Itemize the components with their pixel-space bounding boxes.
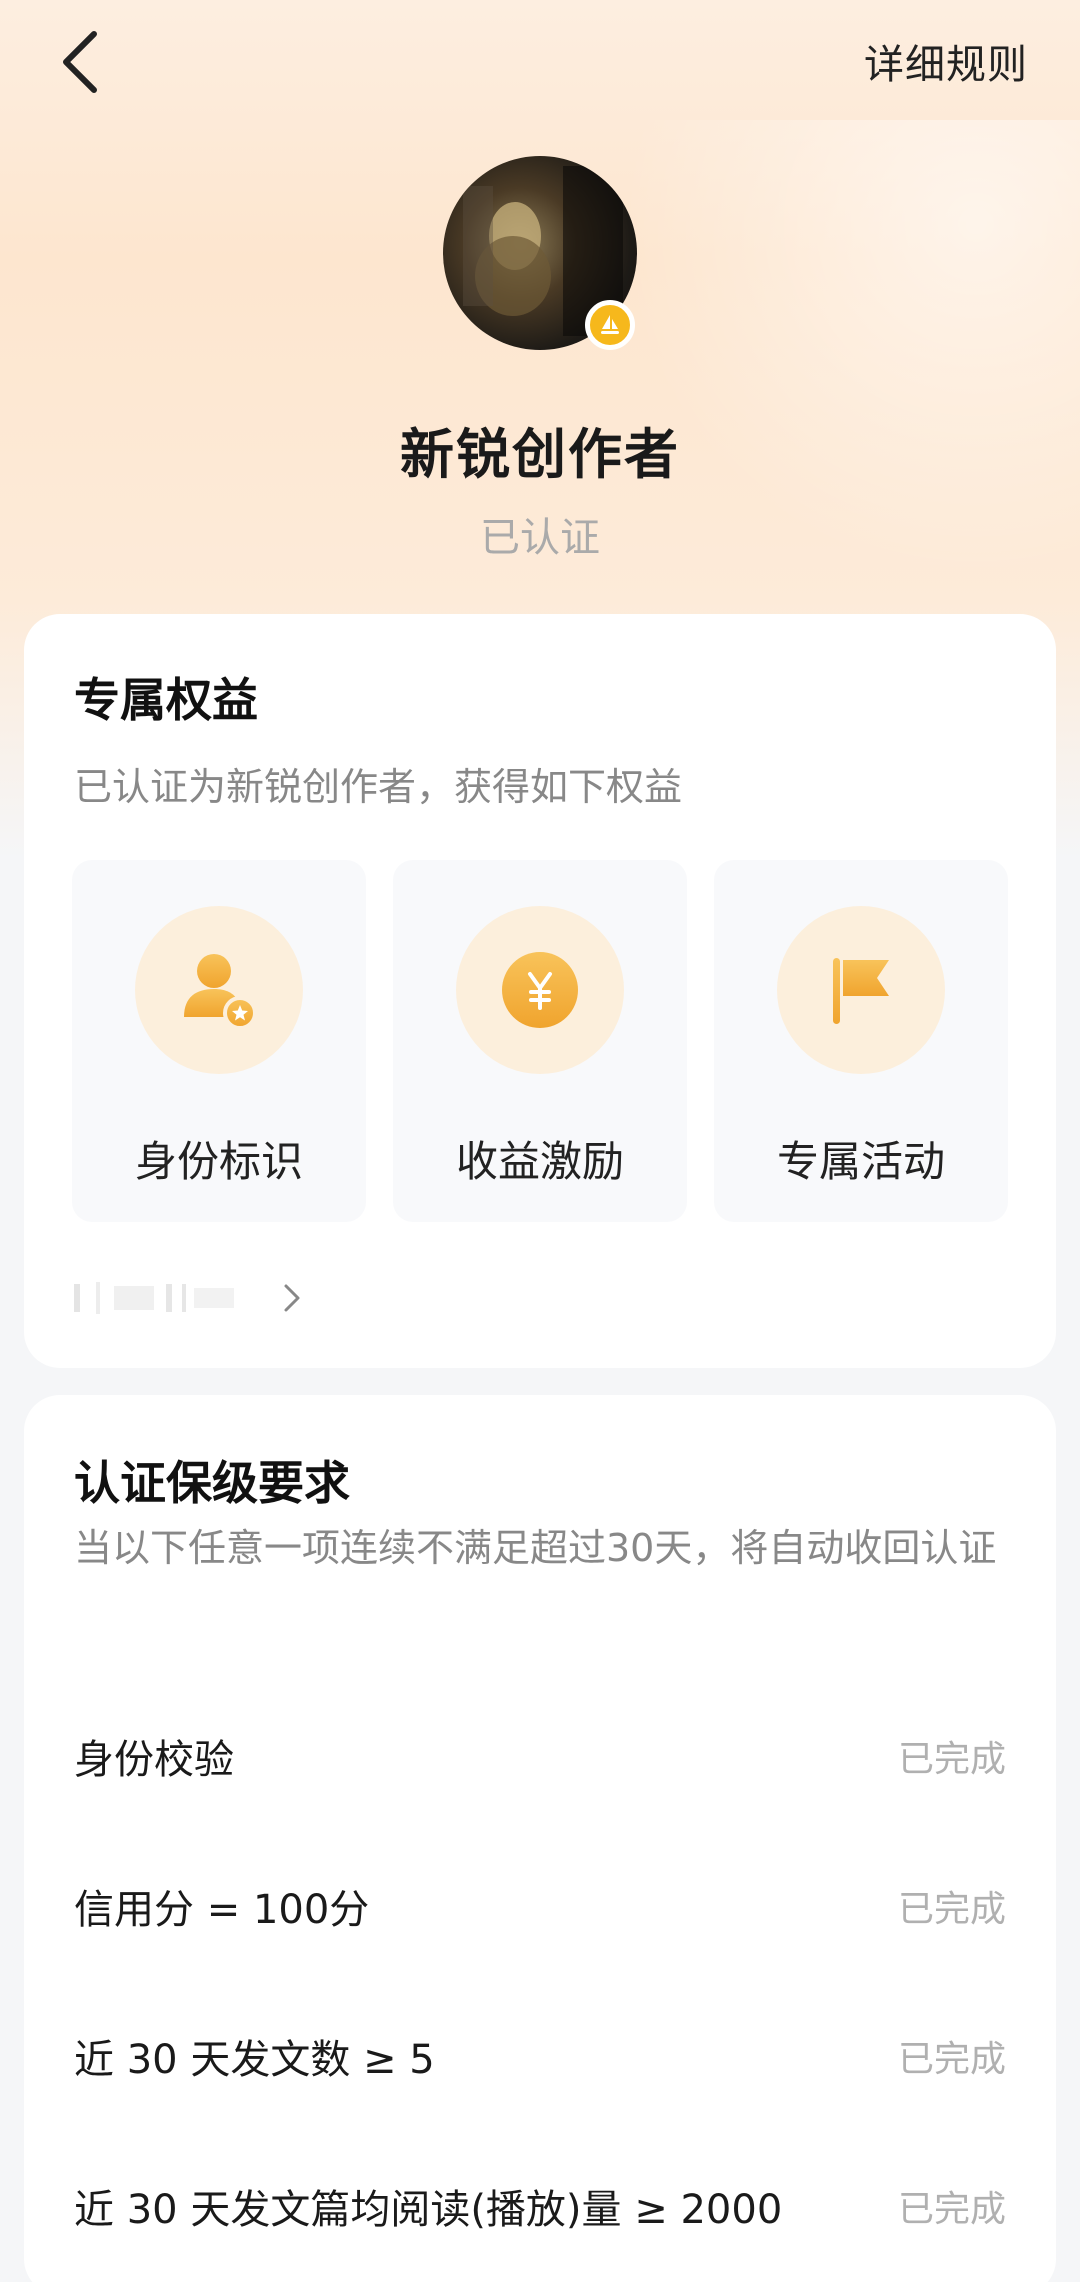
requirement-status: 已完成	[897, 1889, 1006, 1930]
detailed-rules-link[interactable]: 详细规则	[864, 32, 1028, 90]
requirement-row: 信用分 = 100分 已完成	[74, 1870, 1006, 1950]
requirement-label: 信用分 = 100分	[74, 1887, 370, 1933]
requirements-description: 当以下任意一项连续不满足超过30天，将自动收回认证	[74, 1526, 997, 1570]
requirement-label: 近 30 天发文数 ≥ 5	[74, 2037, 435, 2083]
certification-requirements-card: 认证保级要求 当以下任意一项连续不满足超过30天，将自动收回认证 身份校验 已完…	[24, 1395, 1056, 2282]
chevron-left-icon	[63, 31, 97, 93]
more-benefits-link[interactable]	[74, 1276, 334, 1320]
level-title: 新锐创作者	[400, 423, 680, 486]
user-star-icon	[135, 906, 303, 1074]
benefit-label: 收益激励	[455, 1137, 624, 1186]
requirement-status: 已完成	[897, 2189, 1006, 2230]
benefit-identity-mark[interactable]: 身份标识	[72, 860, 366, 1222]
chevron-right-icon	[74, 1282, 300, 1314]
requirement-row: 身份校验 已完成	[74, 1720, 1006, 1800]
requirement-row: 近 30 天发文数 ≥ 5 已完成	[74, 2020, 1006, 2100]
requirements-title: 认证保级要求	[74, 1456, 350, 1510]
flag-icon	[777, 906, 945, 1074]
exclusive-benefits-card: 专属权益 已认证为新锐创作者，获得如下权益 身份标识 收益激励 专属活动	[24, 614, 1056, 1368]
benefit-label: 身份标识	[134, 1137, 303, 1186]
benefits-grid: 身份标识 收益激励 专属活动	[72, 860, 1008, 1222]
back-button[interactable]	[40, 22, 120, 102]
requirement-label: 近 30 天发文篇均阅读(播放)量 ≥ 2000	[74, 2187, 783, 2233]
benefits-description: 已认证为新锐创作者，获得如下权益	[74, 765, 683, 809]
top-bar: 详细规则	[0, 0, 1080, 120]
requirement-row: 近 30 天发文篇均阅读(播放)量 ≥ 2000 已完成	[74, 2170, 1006, 2250]
verification-status: 已认证	[480, 515, 600, 561]
benefit-exclusive-activities[interactable]: 专属活动	[714, 860, 1008, 1222]
sailboat-badge-icon	[585, 300, 635, 350]
benefits-title: 专属权益	[74, 673, 258, 727]
requirement-label: 身份校验	[74, 1737, 234, 1783]
benefit-label: 专属活动	[776, 1137, 945, 1186]
requirement-status: 已完成	[897, 2039, 1006, 2080]
benefit-income-incentive[interactable]: 收益激励	[393, 860, 687, 1222]
avatar-wrapper	[443, 156, 637, 350]
requirement-status: 已完成	[897, 1739, 1006, 1780]
yuan-coin-icon	[456, 906, 624, 1074]
